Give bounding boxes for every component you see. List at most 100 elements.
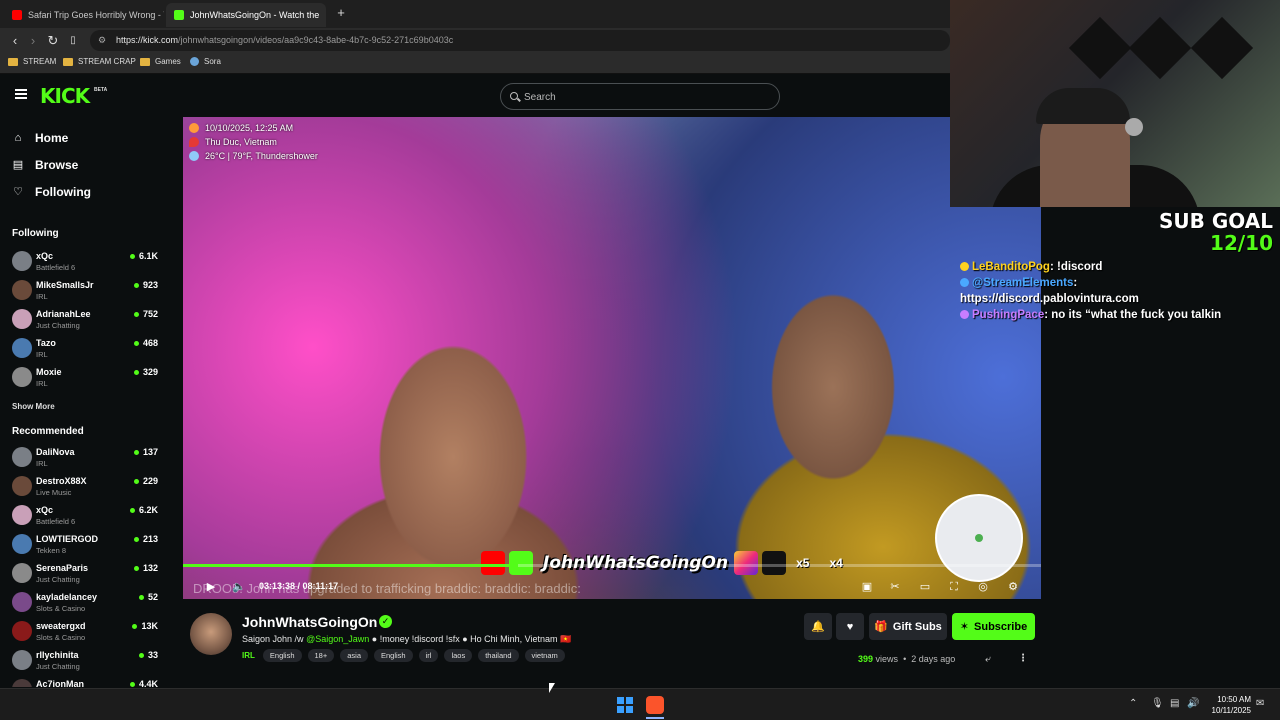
progress-bar[interactable] xyxy=(183,564,1041,567)
bookmark-sora[interactable]: Sora xyxy=(190,57,221,66)
viewer-count-value: 13K xyxy=(141,621,158,631)
sidebar-channel-dalinova[interactable]: DaliNova IRL 137 xyxy=(0,444,170,472)
tag-laos[interactable]: laos xyxy=(444,649,473,662)
fullscreen-icon[interactable]: ⛶ xyxy=(946,579,962,595)
sidebar-channel-lowtiergod[interactable]: LOWTIERGOD Tekken 8 213 xyxy=(0,531,170,559)
kick-icon xyxy=(509,551,533,575)
tag-english[interactable]: English xyxy=(374,649,413,662)
tab-kick[interactable]: JohnWhatsGoingOn - Watch the ✕ xyxy=(166,3,326,27)
live-dot-icon xyxy=(133,449,139,455)
video-age: 2 days ago xyxy=(911,654,956,664)
show-more-button[interactable]: Show More xyxy=(12,402,55,411)
channel-name: DaliNova xyxy=(36,447,75,457)
channel-category: Slots & Casino xyxy=(36,604,86,613)
subscribe-label: Subscribe xyxy=(974,620,1028,633)
channel-category: Just Chatting xyxy=(36,321,80,330)
notification-bell-button[interactable]: 🔔 xyxy=(804,613,832,640)
live-dot-icon xyxy=(129,681,135,687)
site-settings-icon[interactable]: ⚙ xyxy=(98,35,106,46)
new-tab-button[interactable]: + xyxy=(332,4,350,22)
gift-subs-button[interactable]: 🎁 Gift Subs xyxy=(869,613,947,640)
tag-asia[interactable]: asia xyxy=(340,649,368,662)
volume-icon[interactable]: 🔈 xyxy=(231,579,247,595)
title-mention[interactable]: @Saigon_Jawn xyxy=(306,634,369,644)
play-icon[interactable]: ▶ xyxy=(203,579,219,595)
chevron-up-icon[interactable]: ⌃ xyxy=(1129,698,1137,709)
category-tag[interactable]: IRL xyxy=(242,651,255,660)
menu-icon[interactable] xyxy=(15,89,27,99)
sidebar-channel-tazo[interactable]: Tazo IRL 468 xyxy=(0,335,170,363)
browse-icon: ▤ xyxy=(12,159,24,171)
system-clock[interactable]: 10:50 AM 10/11/2025 xyxy=(1212,694,1251,716)
stream-info-overlay: 10/10/2025, 12:25 AM Thu Duc, Vietnam 26… xyxy=(189,121,318,163)
theater-mode-icon[interactable]: ▭ xyxy=(917,579,933,595)
sidebar-channel-sweatergxd[interactable]: sweatergxd Slots & Casino 13K xyxy=(0,618,170,646)
avatar xyxy=(12,621,32,641)
reload-icon[interactable]: ↻ xyxy=(44,32,62,50)
channel-name[interactable]: JohnWhatsGoingOn xyxy=(242,614,377,630)
live-dot-icon xyxy=(133,282,139,288)
bookmark-icon[interactable]: ▯ xyxy=(64,32,82,50)
viewer-count-value: 33 xyxy=(147,650,158,660)
video-player[interactable]: 10/10/2025, 12:25 AM Thu Duc, Vietnam 26… xyxy=(183,117,1041,599)
sidebar-channel-destrox88x[interactable]: DestroX88X Live Music 229 xyxy=(0,473,170,501)
more-options-icon[interactable]: ⋮ xyxy=(1018,653,1028,664)
viewer-count: 6.1K xyxy=(129,251,158,261)
avatar xyxy=(12,534,32,554)
playback-speed-icon[interactable]: ◎ xyxy=(975,579,991,595)
sidebar-channel-kayladelancey[interactable]: kayladelancey Slots & Casino 52 xyxy=(0,589,170,617)
avatar xyxy=(12,505,32,525)
forward-icon[interactable]: › xyxy=(24,32,42,50)
tag-18[interactable]: 18+ xyxy=(307,649,335,662)
windows-start-icon[interactable] xyxy=(617,697,633,713)
tiktok-icon xyxy=(762,551,787,575)
settings-gear-icon[interactable]: ⚙ xyxy=(1005,579,1021,595)
nav-browse[interactable]: ▤ Browse xyxy=(12,158,79,172)
channel-name: LOWTIERGOD xyxy=(36,534,98,544)
speaker-icon[interactable]: 🔊 xyxy=(1187,698,1199,709)
subscribe-button[interactable]: ✶ Subscribe xyxy=(952,613,1035,640)
channel-avatar[interactable] xyxy=(190,613,232,655)
kick-logo[interactable]: KICK xyxy=(40,84,90,108)
follow-button[interactable]: ♥ xyxy=(836,613,864,640)
tag-vietnam[interactable]: vietnam xyxy=(524,649,565,662)
sidebar-channel-ac7ionman[interactable]: Ac7ionMan 4.4K xyxy=(0,676,170,687)
search-input[interactable]: Search xyxy=(500,83,780,110)
home-icon: ⌂ xyxy=(14,132,22,144)
sidebar-channel-mikesmallsjr[interactable]: MikeSmallsJr IRL 923 xyxy=(0,277,170,305)
viewer-count: 52 xyxy=(138,592,158,602)
network-icon[interactable]: ▤ xyxy=(1170,698,1179,709)
bookmark-games[interactable]: Games xyxy=(140,57,181,66)
tag-thailand[interactable]: thailand xyxy=(478,649,519,662)
clip-icon[interactable]: ✂ xyxy=(887,579,903,595)
chat-username: PushingPace xyxy=(972,309,1045,321)
bookmark-stream-crap[interactable]: STREAM CRAP xyxy=(63,57,136,66)
sidebar-channel-moxie[interactable]: Moxie IRL 329 xyxy=(0,364,170,392)
viewer-count: 213 xyxy=(133,534,158,544)
sidebar-channel-xqc[interactable]: xQc Battlefield 6 6.1K xyxy=(0,248,170,276)
notification-icon[interactable]: ✉ xyxy=(1256,698,1264,709)
tag-irl[interactable]: irl xyxy=(418,649,439,662)
close-icon[interactable]: ✕ xyxy=(319,10,326,21)
share-icon[interactable]: ⤶ xyxy=(985,654,991,665)
miniplayer-icon[interactable]: ▣ xyxy=(859,579,875,595)
sidebar-channel-rllychinita[interactable]: rllychinita Just Chatting 33 xyxy=(0,647,170,675)
url-field[interactable]: ⚙ https://kick.com/johnwhatsgoingon/vide… xyxy=(90,30,950,51)
sidebar-channel-serenaparis[interactable]: SerenaParis Just Chatting 132 xyxy=(0,560,170,588)
tag-english[interactable]: English xyxy=(262,649,302,662)
back-icon[interactable]: ‹ xyxy=(6,32,24,50)
channel-category: IRL xyxy=(36,350,48,359)
nav-home[interactable]: ⌂ Home xyxy=(12,131,69,145)
bookmark-stream[interactable]: STREAM xyxy=(8,57,56,66)
brand-overlay: JohnWhatsGoingOn x5 x4 xyxy=(481,549,843,577)
overlay-datetime: 10/10/2025, 12:25 AM xyxy=(205,123,294,133)
sidebar-channel-adrianahlee[interactable]: AdrianahLee Just Chatting 752 xyxy=(0,306,170,334)
sidebar-channel-xqc[interactable]: xQc Battlefield 6 6.2K xyxy=(0,502,170,530)
chat-username: LeBanditoPog xyxy=(972,261,1050,273)
tab-youtube[interactable]: Safari Trip Goes Horribly Wrong - Yo xyxy=(4,3,164,27)
chat-username: @StreamElements xyxy=(972,277,1074,289)
brave-browser-icon[interactable] xyxy=(646,696,664,719)
microphone-icon[interactable]: 🎙 xyxy=(1151,698,1164,709)
chat-colon: : xyxy=(1049,261,1057,273)
nav-following[interactable]: ♡ Following xyxy=(12,185,91,199)
